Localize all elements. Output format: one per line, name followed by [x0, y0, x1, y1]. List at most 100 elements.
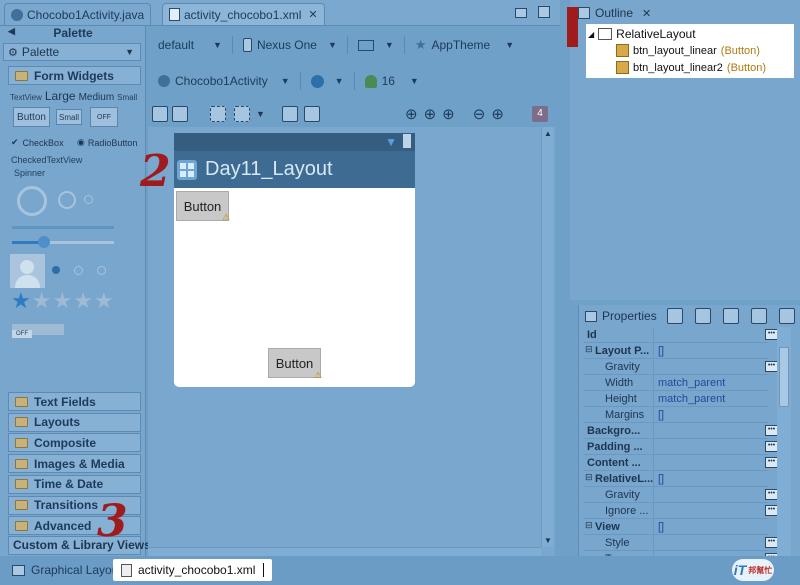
tab-chocobo1activity-java[interactable]: Chocobo1Activity.java	[4, 3, 152, 25]
tab-graphical-layout[interactable]: Graphical Layout	[4, 559, 130, 581]
category-layouts[interactable]: Layouts	[8, 412, 141, 432]
config-combo[interactable]: default ▼	[152, 38, 228, 52]
widget-switch[interactable]: OFF	[12, 324, 64, 338]
api-level-combo[interactable]: 16 ▼	[359, 74, 425, 88]
property-value[interactable]: match_parent	[653, 390, 769, 407]
widget-quickcontactbadge[interactable]	[10, 254, 45, 288]
property-row[interactable]: Gravity •••	[583, 486, 778, 503]
chevron-down-icon[interactable]: ▼	[256, 109, 265, 119]
property-row[interactable]: Height match_parent	[583, 390, 769, 407]
property-value[interactable]	[653, 454, 769, 471]
outline-child-1[interactable]: btn_layout_linear (Button)	[616, 44, 760, 57]
widget-progressbar-normal[interactable]	[58, 191, 76, 209]
property-value[interactable]	[653, 422, 769, 439]
toggle-layout-icon[interactable]	[282, 106, 298, 122]
widget-spinner[interactable]: Spinner	[14, 168, 45, 178]
tab-xml-source[interactable]: activity_chocobo1.xml	[113, 559, 273, 581]
property-row[interactable]: Content ... •••	[583, 454, 778, 471]
locale-combo[interactable]: ▼	[305, 74, 350, 88]
margins-icon[interactable]	[210, 106, 226, 122]
scroll-up-icon[interactable]: ▲	[544, 129, 552, 138]
lint-warnings-badge[interactable]: 4	[532, 106, 548, 122]
property-row[interactable]: RelativeL...[] ⊟	[583, 470, 769, 487]
maximize-button[interactable]	[538, 6, 550, 18]
zoom-in-icon[interactable]: ⊕	[491, 105, 504, 123]
sort-icon[interactable]	[695, 308, 711, 324]
vertical-scrollbar[interactable]: ▲ ▼	[541, 127, 553, 547]
widget-progressbar-small[interactable]	[84, 195, 93, 204]
show-all-icon[interactable]	[304, 106, 320, 122]
widget-checkbox[interactable]: ✔ CheckBox	[11, 137, 64, 148]
align-icon[interactable]	[234, 106, 250, 122]
property-value[interactable]	[653, 534, 769, 551]
zoom-fit-icon[interactable]: ⊕	[405, 105, 418, 123]
theme-combo[interactable]: ★ AppTheme ▼	[409, 37, 520, 53]
property-row[interactable]: Layout P...[] ⊟	[583, 342, 769, 359]
widget-button[interactable]: Button	[13, 107, 50, 127]
widget-small-text[interactable]: Small	[117, 93, 137, 102]
widget-progressbar-large[interactable]	[17, 186, 47, 216]
close-icon[interactable]: ✕	[308, 8, 317, 21]
property-row[interactable]: View [] ⊟	[583, 518, 769, 535]
widget-radiobutton[interactable]: ◉ RadioButton	[77, 137, 137, 148]
zoom-out-icon[interactable]: ⊖	[473, 105, 486, 123]
activity-combo[interactable]: Chocobo1Activity ▼	[152, 74, 296, 88]
properties-scrollbar[interactable]	[777, 327, 791, 577]
property-value[interactable]: []	[653, 470, 769, 487]
property-row[interactable]: Padding ... •••	[583, 438, 778, 455]
palette-mode-combo[interactable]: ⚙ Palette ▼	[3, 43, 141, 61]
expand-icon[interactable]: ◢	[588, 30, 594, 39]
property-value[interactable]: []	[653, 406, 769, 423]
category-composite[interactable]: Composite	[8, 433, 141, 453]
outline-child-2[interactable]: btn_layout_linear2 (Button)	[616, 61, 766, 74]
fill-height-icon[interactable]	[172, 106, 188, 122]
property-row[interactable]: Id •••	[583, 326, 778, 343]
minimize-button[interactable]	[515, 8, 527, 18]
property-value[interactable]	[653, 326, 769, 343]
widget-checkedtextview[interactable]: CheckedTextView	[11, 155, 82, 165]
close-icon[interactable]: ✕	[642, 7, 651, 20]
widget-progressbar-horizontal[interactable]	[12, 226, 114, 229]
property-value[interactable]: []	[653, 518, 769, 535]
widget-toggle-button[interactable]: OFF	[90, 107, 118, 127]
property-row[interactable]: Width match_parent	[583, 374, 769, 391]
property-value[interactable]: []	[653, 342, 769, 359]
category-form-widgets[interactable]: Form Widgets	[8, 66, 141, 85]
widget-small-button[interactable]: Small	[56, 109, 82, 125]
widget-radiogroup[interactable]	[52, 266, 106, 275]
scroll-down-icon[interactable]: ▼	[544, 536, 552, 545]
widget-textview[interactable]: TextView	[10, 93, 42, 102]
advanced-icon[interactable]	[723, 308, 739, 324]
property-row[interactable]: Gravity •••	[583, 358, 778, 375]
property-row[interactable]: Style •••	[583, 534, 778, 551]
zoom-real-icon[interactable]: ⊕	[424, 105, 437, 123]
property-row[interactable]: Ignore ... •••	[583, 502, 778, 519]
category-text-fields[interactable]: Text Fields	[8, 392, 141, 411]
property-value[interactable]	[653, 438, 769, 455]
property-value[interactable]	[653, 486, 769, 503]
property-value[interactable]	[653, 358, 769, 375]
collapse-all-icon[interactable]	[779, 308, 795, 324]
widget-large-text[interactable]: Large	[45, 89, 76, 103]
widget-ratingbar[interactable]: ★ ★ ★ ★ ★	[11, 288, 114, 314]
widget-medium-text[interactable]: Medium	[79, 92, 115, 103]
collapse-icon[interactable]: ⊟	[585, 344, 593, 355]
outline-root[interactable]: ◢ RelativeLayout	[588, 27, 696, 41]
property-value[interactable]: match_parent	[653, 374, 769, 391]
filter-icon[interactable]	[667, 308, 683, 324]
collapse-left-icon[interactable]: ◀	[8, 26, 15, 37]
property-row[interactable]: Margins []	[583, 406, 769, 423]
category-images-media[interactable]: Images & Media	[8, 454, 141, 474]
collapse-icon[interactable]: ⊟	[585, 520, 593, 531]
tab-activity-chocobo1-xml[interactable]: activity_chocobo1.xml ✕	[162, 3, 325, 25]
zoom-one-icon[interactable]: ⊕	[442, 105, 455, 123]
device-combo[interactable]: Nexus One ▼	[237, 38, 343, 52]
collapse-icon[interactable]: ⊟	[585, 472, 593, 483]
relative-layout[interactable]: Button ⚠ Button ⚠	[174, 188, 415, 387]
category-time-date[interactable]: Time & Date	[8, 474, 141, 494]
expand-all-icon[interactable]	[751, 308, 767, 324]
property-value[interactable]	[653, 502, 769, 519]
fill-width-icon[interactable]	[152, 106, 168, 122]
widget-seekbar[interactable]	[12, 236, 114, 248]
property-row[interactable]: Backgro... •••	[583, 422, 778, 439]
